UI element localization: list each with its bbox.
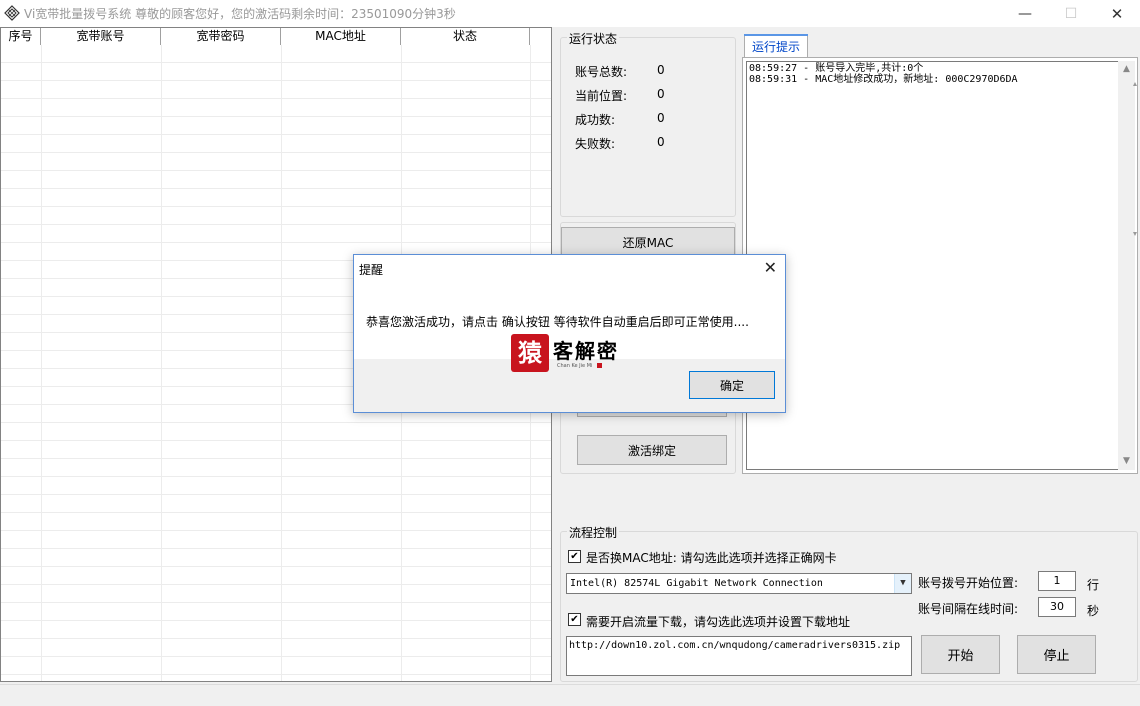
- success-count-label: 成功数:: [575, 113, 616, 127]
- dialog-close-icon[interactable]: ✕: [764, 258, 777, 277]
- dialog-title: 提醒: [359, 263, 384, 277]
- fail-count-value: 0: [657, 135, 665, 149]
- flow-control-title: 流程控制: [567, 524, 620, 541]
- app-icon: [4, 5, 20, 21]
- column-header-status[interactable]: 状态: [401, 28, 530, 45]
- minimize-button[interactable]: —: [1002, 0, 1048, 27]
- interval-input[interactable]: 30: [1038, 597, 1076, 617]
- enable-download-label: 需要开启流量下载，请勾选此选项并设置下载地址: [586, 615, 851, 629]
- tab-run-log[interactable]: 运行提示: [744, 34, 808, 58]
- dialog-message: 恭喜您激活成功，请点击 确认按钮 等待软件自动重启后即可正常使用....: [366, 315, 749, 329]
- column-header-account[interactable]: 宽带账号: [41, 28, 161, 45]
- watermark-logo: 猿 客解密 Chan Ke Jie Mi: [511, 334, 631, 374]
- column-divider: [281, 45, 282, 681]
- column-header-index[interactable]: 序号: [1, 28, 41, 45]
- close-button[interactable]: ✕: [1094, 0, 1140, 27]
- start-position-input[interactable]: 1: [1038, 571, 1076, 591]
- network-adapter-value: Intel(R) 82574L Gigabit Network Connecti…: [570, 578, 823, 589]
- logo-text: 客解密: [553, 339, 619, 363]
- total-accounts-value: 0: [657, 63, 665, 77]
- change-mac-label: 是否换MAC地址: 请勾选此选项并选择正确网卡: [586, 551, 837, 565]
- logo-dot: [597, 363, 602, 368]
- success-count-value: 0: [657, 111, 665, 125]
- start-position-label: 账号拨号开始位置:: [918, 576, 1019, 590]
- start-position-unit: 行: [1087, 578, 1100, 592]
- log-textarea[interactable]: 08:59:27 - 账号导入完毕,共计:0个 08:59:31 - MAC地址…: [746, 61, 1119, 470]
- column-divider: [161, 45, 162, 681]
- title-bar: Vi宽带批量拨号系统 尊敬的顾客您好，您的激活码剩余时间：23501090分钟3…: [0, 0, 1140, 27]
- enable-download-checkbox[interactable]: ✔: [568, 613, 581, 626]
- interval-label: 账号间隔在线时间:: [918, 602, 1019, 616]
- change-mac-checkbox[interactable]: ✔: [568, 550, 581, 563]
- log-panel: 08:59:27 - 账号导入完毕,共计:0个 08:59:31 - MAC地址…: [742, 57, 1138, 474]
- status-bar: [0, 684, 1140, 706]
- column-divider: [41, 45, 42, 681]
- fail-count-label: 失败数:: [575, 137, 616, 151]
- restore-mac-button[interactable]: 还原MAC: [561, 227, 735, 257]
- current-position-label: 当前位置:: [575, 89, 628, 103]
- run-status-group: 运行状态 账号总数: 0 当前位置: 0 成功数: 0 失败数: 0: [560, 30, 736, 217]
- run-status-title: 运行状态: [567, 30, 620, 47]
- dialog-ok-button[interactable]: 确定: [689, 371, 775, 399]
- column-header-password[interactable]: 宽带密码: [161, 28, 281, 45]
- stop-button[interactable]: 停止: [1017, 635, 1096, 674]
- maximize-button[interactable]: ☐: [1048, 0, 1094, 27]
- outer-scrollbar[interactable]: [1130, 60, 1140, 480]
- activate-bind-button[interactable]: 激活绑定: [577, 435, 727, 465]
- logo-subtext: Chan Ke Jie Mi: [557, 363, 593, 369]
- table-header: 序号 宽带账号 宽带密码 MAC地址 状态: [1, 28, 530, 45]
- chevron-down-icon[interactable]: ▼: [894, 574, 911, 593]
- network-adapter-select[interactable]: Intel(R) 82574L Gigabit Network Connecti…: [566, 573, 912, 594]
- interval-unit: 秒: [1087, 604, 1100, 618]
- column-header-mac[interactable]: MAC地址: [281, 28, 401, 45]
- total-accounts-label: 账号总数:: [575, 65, 628, 79]
- current-position-value: 0: [657, 87, 665, 101]
- start-button[interactable]: 开始: [921, 635, 1000, 674]
- logo-mark-icon: 猿: [511, 334, 549, 372]
- window-title: Vi宽带批量拨号系统 尊敬的顾客您好，您的激活码剩余时间：23501090分钟3…: [24, 7, 456, 21]
- download-url-input[interactable]: http://down10.zol.com.cn/wnqudong/camera…: [566, 636, 912, 676]
- reminder-dialog: 提醒 ✕ 恭喜您激活成功，请点击 确认按钮 等待软件自动重启后即可正常使用...…: [353, 254, 786, 413]
